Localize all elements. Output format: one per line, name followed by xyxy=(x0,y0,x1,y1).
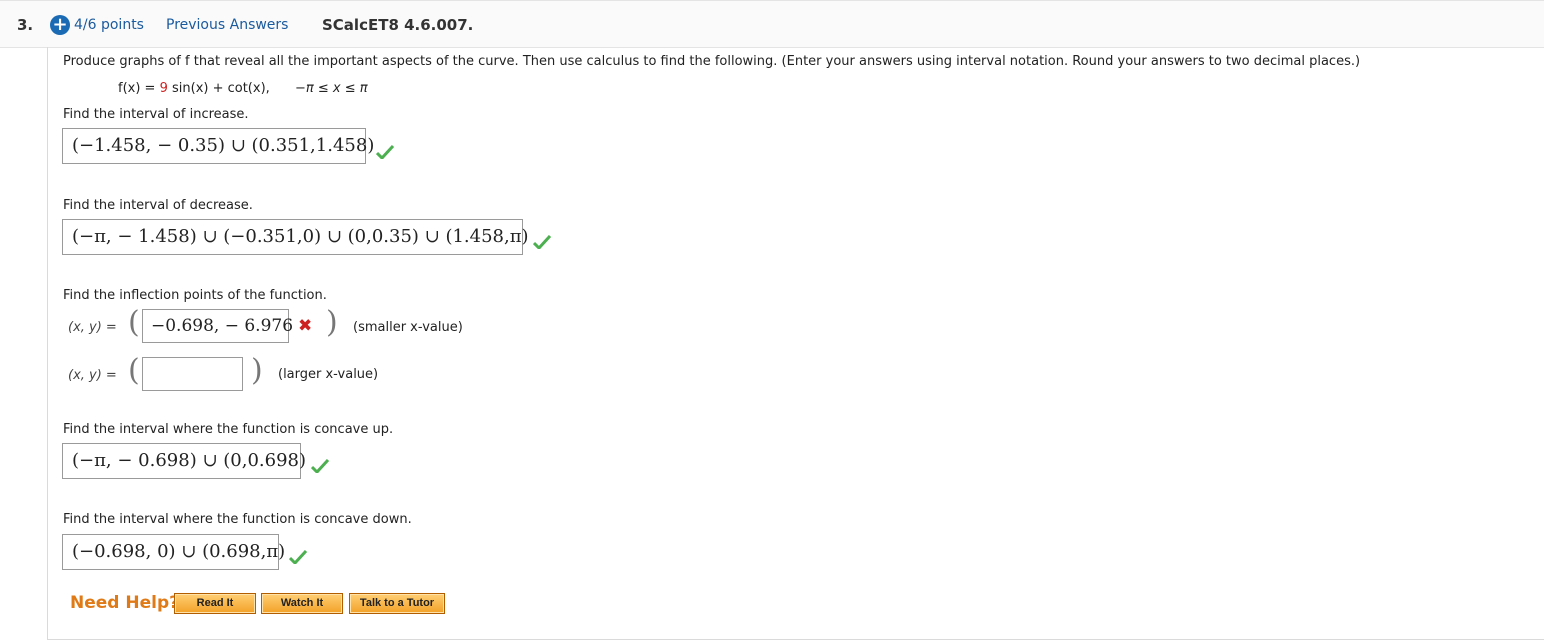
function-rest: sin(x) + cot(x), xyxy=(167,81,270,96)
function-coefficient: 9 xyxy=(159,81,168,96)
points-score: 4/6 points xyxy=(74,17,144,33)
inflection-first-field[interactable]: −0.698, − 6.976 xyxy=(142,309,293,343)
concave-down-prompt: Find the interval where the function is … xyxy=(63,512,412,527)
close-paren: ) xyxy=(251,353,263,388)
inflection-prompt: Find the inflection points of the functi… xyxy=(63,288,327,303)
checkmark-icon xyxy=(311,459,329,473)
decrease-prompt: Find the interval of decrease. xyxy=(63,198,253,213)
concave-down-answer-field[interactable]: (−0.698, 0) ∪ (0.698,π) xyxy=(62,534,285,570)
question-number: 3. xyxy=(17,16,34,34)
smaller-x-hint: (smaller x-value) xyxy=(353,320,463,335)
xy-label: (x, y) = xyxy=(68,320,117,335)
checkmark-icon xyxy=(289,550,307,564)
instructions: Produce graphs of f that reveal all the … xyxy=(63,54,1361,69)
larger-x-hint: (larger x-value) xyxy=(278,367,379,382)
open-paren: ( xyxy=(128,353,140,388)
question-header: 3. + 4/6 points Previous Answers SCalcET… xyxy=(0,0,1544,48)
decrease-answer-field[interactable]: (−π, − 1.458) ∪ (−0.351,0) ∪ (0,0.35) ∪ … xyxy=(62,219,529,255)
plus-circle-icon[interactable]: + xyxy=(50,15,70,35)
checkmark-icon xyxy=(533,235,551,249)
previous-answers-link[interactable]: Previous Answers xyxy=(166,17,288,33)
x-mark-icon: ✖ xyxy=(298,316,313,336)
need-help-label: Need Help? xyxy=(70,593,179,613)
function-definition: f(x) = 9 sin(x) + cot(x), xyxy=(118,81,270,96)
function-prefix: f(x) = xyxy=(118,81,160,96)
concave-up-prompt: Find the interval where the function is … xyxy=(63,422,394,437)
close-paren: ) xyxy=(326,305,338,340)
talk-to-tutor-button[interactable]: Talk to a Tutor xyxy=(349,593,445,614)
watch-it-button[interactable]: Watch It xyxy=(261,593,343,614)
increase-prompt: Find the interval of increase. xyxy=(63,107,249,122)
open-paren: ( xyxy=(128,305,140,340)
increase-answer-field[interactable]: (−1.458, − 0.35) ∪ (0.351,1.458) xyxy=(62,128,374,164)
inflection-second-field[interactable] xyxy=(142,357,243,391)
checkmark-icon xyxy=(376,145,394,159)
function-domain: −π ≤ x ≤ π xyxy=(295,81,368,96)
problem-id: SCalcET8 4.6.007. xyxy=(322,16,474,34)
read-it-button[interactable]: Read It xyxy=(174,593,256,614)
xy-label: (x, y) = xyxy=(68,368,117,383)
concave-up-answer-field[interactable]: (−π, − 0.698) ∪ (0,0.698) xyxy=(62,443,306,479)
